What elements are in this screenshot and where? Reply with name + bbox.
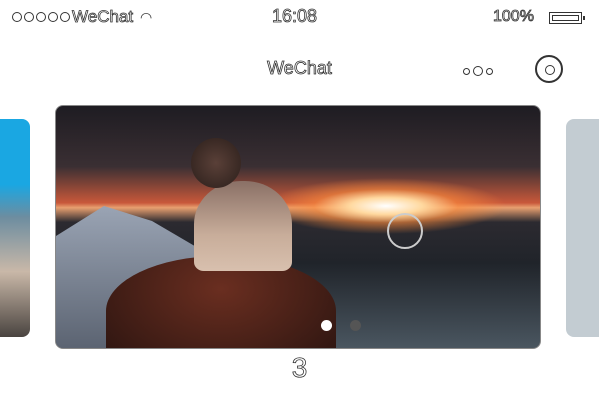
carousel-next-card[interactable] (566, 119, 599, 337)
carousel-current-image[interactable] (55, 105, 541, 349)
carousel-dot[interactable] (350, 320, 361, 331)
battery-icon (549, 12, 582, 24)
battery-tip (583, 16, 585, 20)
clock: 16:08 (272, 6, 318, 27)
image-hat (194, 181, 292, 271)
close-icon[interactable] (535, 55, 563, 83)
wifi-icon: ◠ (140, 9, 153, 25)
image-pompom (191, 138, 241, 188)
carrier-name: WeChat (72, 7, 134, 27)
signal-icon (12, 12, 70, 22)
focus-ring-icon (387, 213, 423, 249)
nav-title: WeChat (267, 58, 333, 79)
carousel-dot-active[interactable] (321, 320, 332, 331)
carousel-dots (321, 320, 361, 331)
page-number: 3 (291, 352, 308, 384)
status-bar: WeChat ◠ 16:08 100% (0, 0, 599, 36)
more-icon[interactable] (463, 66, 493, 76)
carousel-prev-card[interactable] (0, 119, 30, 337)
battery-percent: 100% (493, 8, 535, 26)
